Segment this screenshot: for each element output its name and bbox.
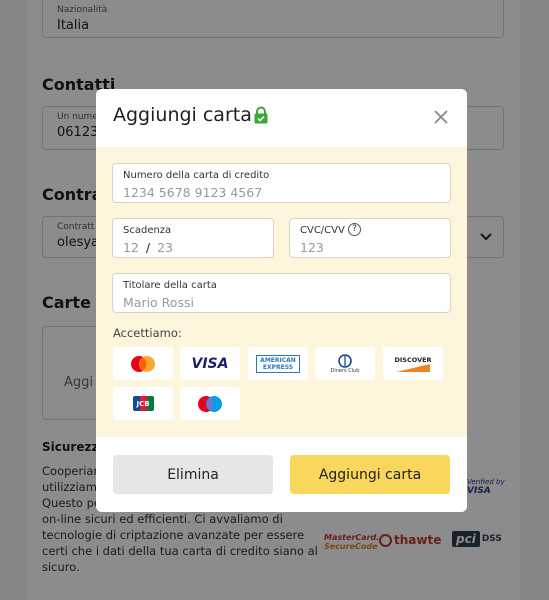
jcb-text: JCB <box>136 399 150 408</box>
add-card-button[interactable]: Aggiungi carta <box>290 455 450 494</box>
diners-text: Diners Club <box>330 367 360 374</box>
modal-title: Aggiungi carta <box>113 104 252 126</box>
add-card-modal: Aggiungi carta Numero della carta di cre… <box>96 89 467 512</box>
lock-icon <box>254 106 268 124</box>
diners-icon <box>338 353 352 368</box>
card-number-label: Numero della carta di credito <box>123 170 270 181</box>
maestro-icon <box>198 395 222 412</box>
diners-logo: Diners Club <box>315 347 375 380</box>
expiry-separator: / <box>145 240 151 255</box>
card-number-placeholder: 1234 5678 9123 4567 <box>123 185 263 200</box>
expiry-year-placeholder: 23 <box>157 240 173 255</box>
amex-badge: AMERICAN EXPRESS <box>256 354 300 373</box>
modal-header: Aggiungi carta <box>96 89 467 147</box>
discover-text: DISCOVER <box>394 355 432 364</box>
amex-text-1: AMERICAN <box>260 356 296 364</box>
jcb-logo: JCB <box>113 387 173 420</box>
expiry-placeholder: 12 / 23 <box>123 240 173 255</box>
help-icon[interactable]: ? <box>348 223 361 236</box>
modal-footer: Elimina Aggiungi carta <box>96 437 467 512</box>
close-icon[interactable] <box>432 108 450 126</box>
discover-logo: DISCOVER <box>383 347 443 380</box>
cardholder-label: Titolare della carta <box>123 280 217 291</box>
modal-body: Numero della carta di credito 1234 5678 … <box>96 147 467 437</box>
cardholder-placeholder: Mario Rossi <box>123 295 194 310</box>
expiry-input[interactable]: Scadenza 12 / 23 <box>112 218 274 258</box>
mastercard-icon <box>131 355 155 372</box>
cvc-placeholder: 123 <box>300 240 324 255</box>
expiry-month-placeholder: 12 <box>123 240 139 255</box>
visa-text: VISA <box>191 355 229 372</box>
card-number-input[interactable]: Numero della carta di credito 1234 5678 … <box>112 163 451 203</box>
cardholder-input[interactable]: Titolare della carta Mario Rossi <box>112 273 451 313</box>
delete-button[interactable]: Elimina <box>113 455 273 494</box>
visa-logo: VISA <box>180 347 240 380</box>
amex-logo: AMERICAN EXPRESS <box>248 347 308 380</box>
accepted-cards-label: Accettiamo: <box>113 326 182 340</box>
cvc-input[interactable]: CVC/CVV ? 123 <box>289 218 451 258</box>
expiry-label: Scadenza <box>123 225 172 236</box>
amex-text-2: EXPRESS <box>262 363 294 371</box>
cvc-label: CVC/CVV <box>300 225 345 236</box>
mastercard-logo <box>113 347 173 380</box>
maestro-logo <box>180 387 240 420</box>
discover-stripe-icon <box>396 363 430 372</box>
